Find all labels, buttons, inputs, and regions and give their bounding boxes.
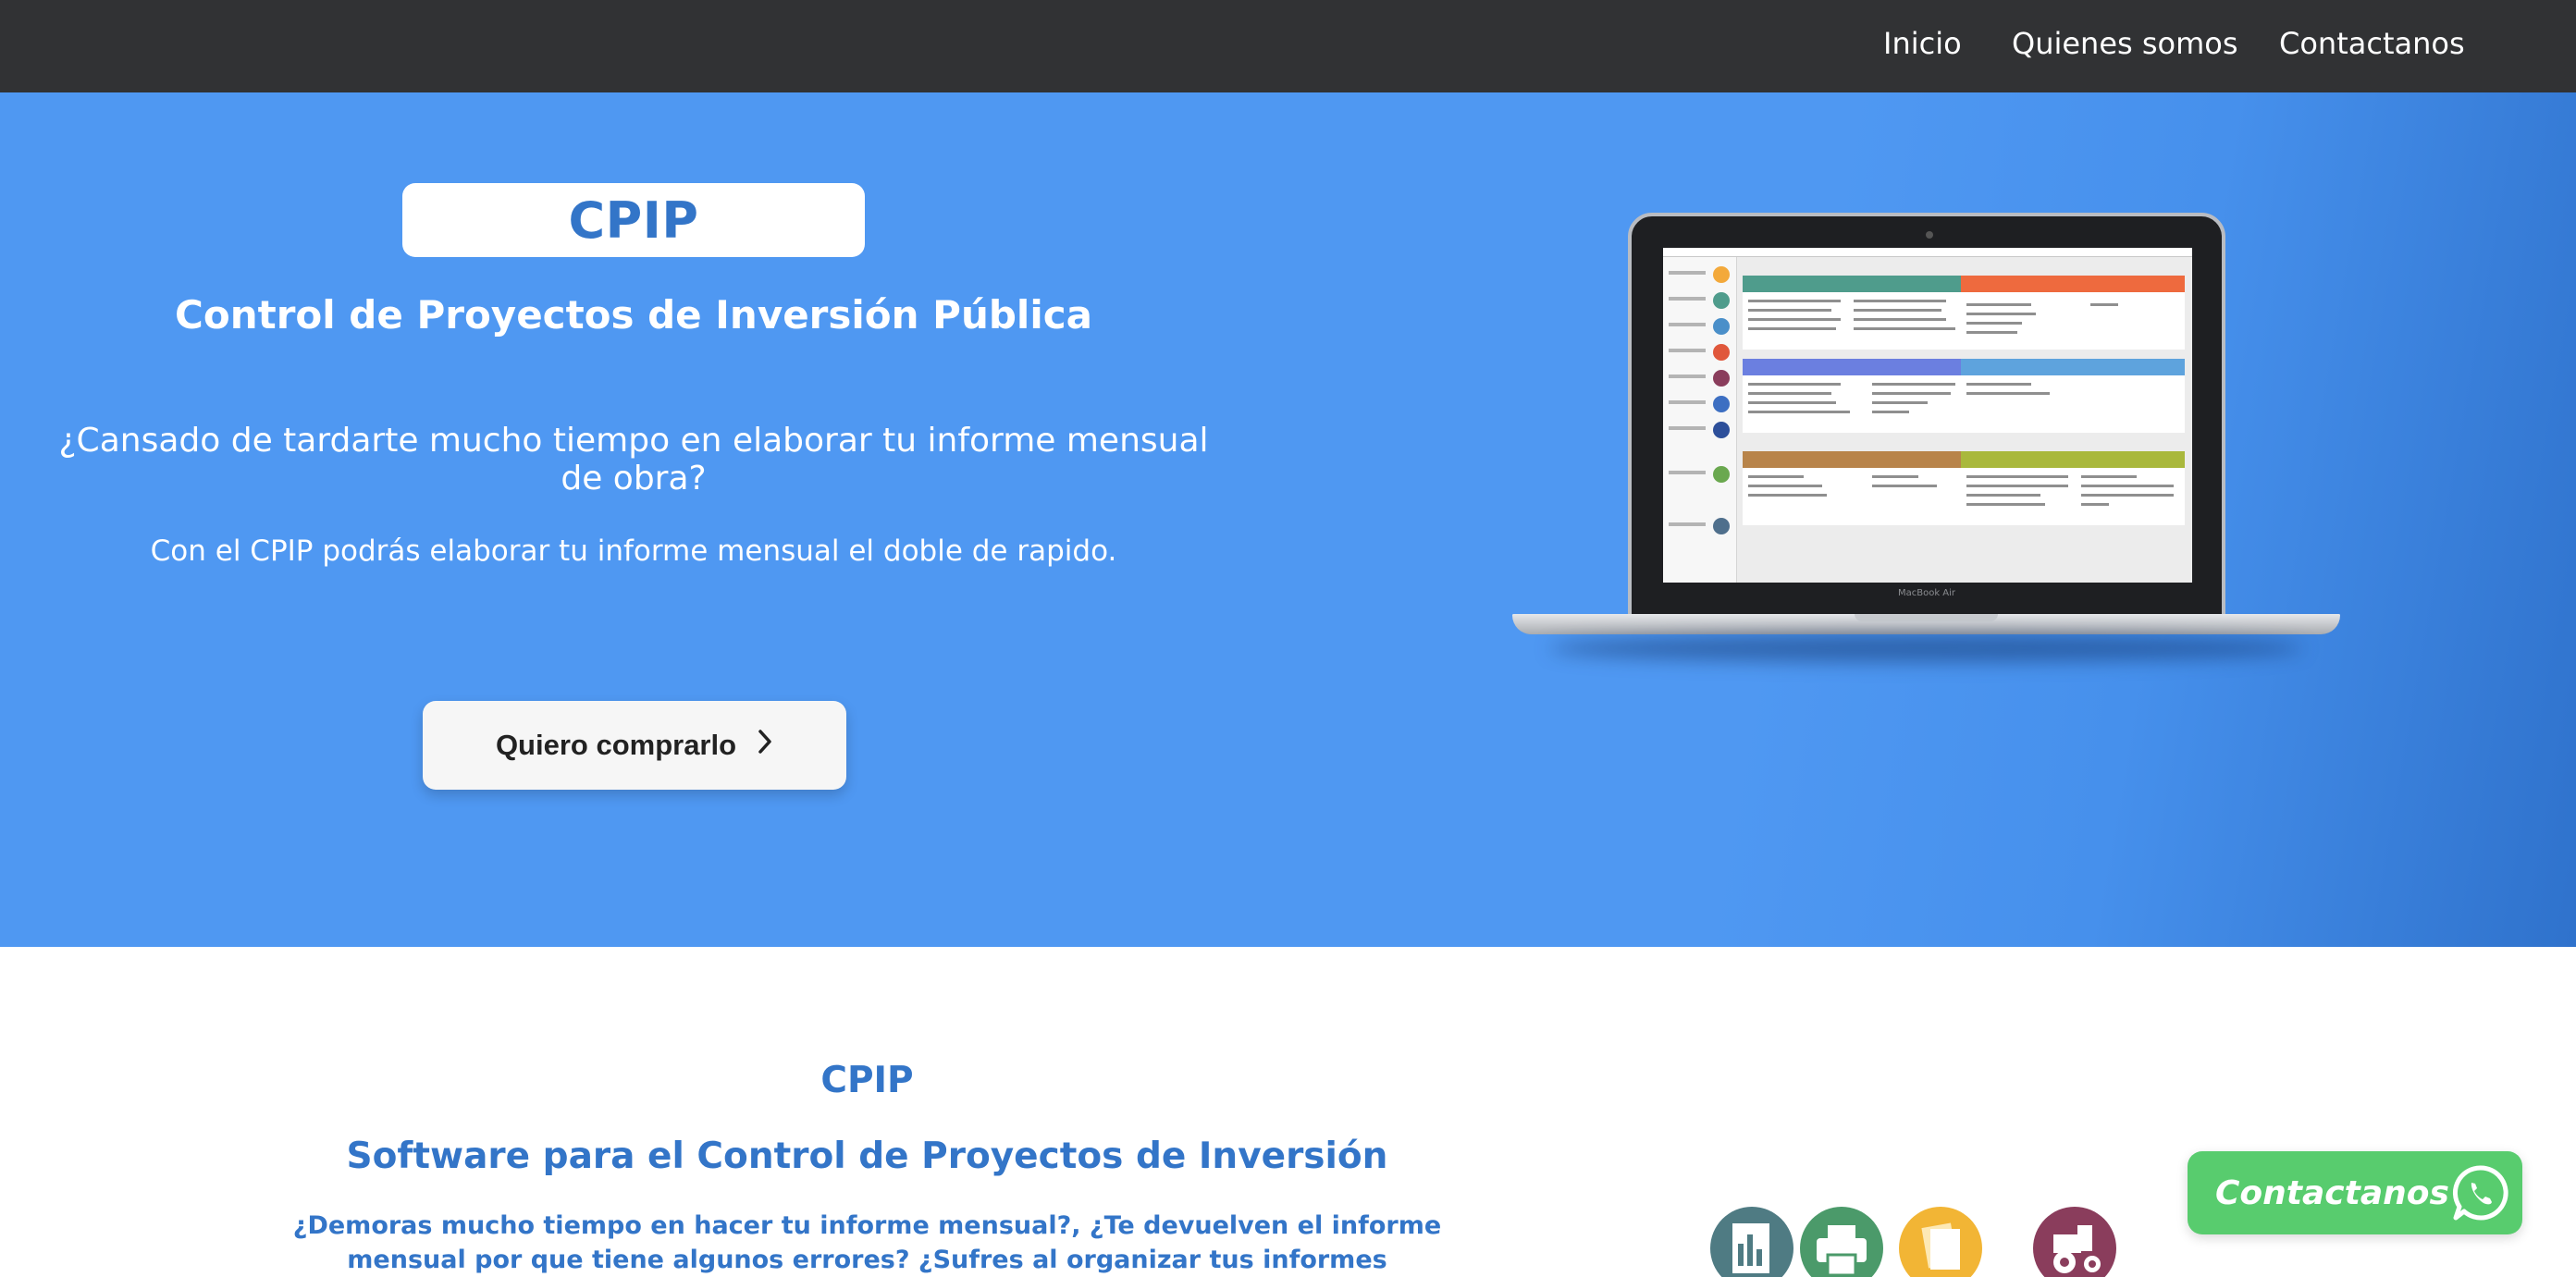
- printer-icon: [1800, 1207, 1883, 1277]
- buy-button-label: Quiero comprarlo: [495, 729, 737, 761]
- screen-panel: [1961, 451, 2185, 525]
- screen-sidebar: [1663, 257, 1737, 583]
- hero-brand-pill: CPIP: [402, 183, 865, 257]
- screen-menu-bar: [1663, 248, 2192, 257]
- hero-subtitle: Con el CPIP podrás elaborar tu informe m…: [150, 534, 1117, 568]
- section-brand: CPIP: [820, 1060, 914, 1101]
- hero-title: Control de Proyectos de Inversión Públic…: [175, 292, 1092, 338]
- screen-side-item: [1669, 266, 1733, 285]
- laptop-product-image: MacBook Air: [1512, 213, 2340, 749]
- screen-side-item: [1669, 466, 1733, 485]
- screen-panel: [1743, 359, 1966, 433]
- nav-link-contactanos[interactable]: Contactanos: [2279, 26, 2465, 61]
- screen-panel: [1961, 359, 2185, 433]
- section-title: Software para el Control de Proyectos de…: [346, 1136, 1388, 1177]
- screen-panel: [1743, 276, 1966, 350]
- hero-brand-text: CPIP: [568, 190, 699, 250]
- laptop-shadow: [1549, 634, 2303, 662]
- buy-button[interactable]: Quiero comprarlo: [423, 701, 846, 790]
- laptop-camera: [1926, 231, 1933, 239]
- hero-question: ¿Cansado de tardarte mucho tiempo en ela…: [58, 422, 1209, 497]
- laptop-lid: MacBook Air: [1628, 213, 2225, 620]
- documents-icon: [1899, 1207, 1982, 1277]
- whatsapp-contact-label: Contactanos: [2215, 1173, 2449, 1212]
- laptop-screen: [1663, 248, 2192, 583]
- tractor-icon: [2033, 1207, 2116, 1277]
- section-body: ¿Demoras mucho tiempo en hacer tu inform…: [292, 1211, 1442, 1274]
- screen-side-item: [1669, 292, 1733, 311]
- laptop-base-notch: [1855, 614, 1998, 621]
- screen-panel: [1743, 451, 1966, 525]
- whatsapp-icon: [2450, 1162, 2511, 1227]
- nav-link-inicio[interactable]: Inicio: [1883, 26, 1962, 61]
- laptop-brand-label: MacBook Air: [1897, 588, 1956, 598]
- nav-link-quienes-somos[interactable]: Quienes somos: [2012, 26, 2238, 61]
- chart-document-icon: [1710, 1207, 1793, 1277]
- screen-panel: [1961, 276, 2185, 350]
- screen-side-item: [1669, 370, 1733, 388]
- hero-section: CPIP Control de Proyectos de Inversión P…: [0, 92, 2576, 947]
- whatsapp-contact-button[interactable]: Contactanos: [2188, 1151, 2522, 1234]
- screen-side-item: [1669, 344, 1733, 362]
- chevron-right-icon: [757, 729, 773, 762]
- hero-text-column: CPIP Control de Proyectos de Inversión P…: [0, 92, 1267, 947]
- screen-side-item: [1669, 318, 1733, 337]
- top-navbar: Inicio Quienes somos Contactanos: [0, 0, 2576, 92]
- screen-side-item: [1669, 396, 1733, 414]
- screen-side-item: [1669, 518, 1733, 536]
- laptop-base: [1512, 614, 2340, 634]
- screen-side-item: [1669, 422, 1733, 440]
